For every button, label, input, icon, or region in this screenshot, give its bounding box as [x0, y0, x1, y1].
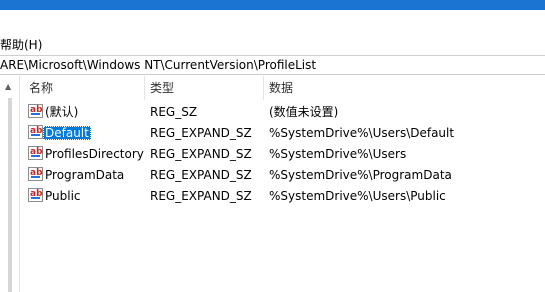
- value-data: %SystemDrive%\Users\Default: [269, 126, 455, 140]
- value-data: (数值未设置): [269, 105, 339, 119]
- registry-value-row[interactable]: ab (默认) REG_SZ (数值未设置): [20, 101, 545, 122]
- menu-bar: 帮助(H): [0, 34, 545, 55]
- value-name: (默认): [45, 105, 79, 119]
- value-type: REG_EXPAND_SZ: [150, 189, 252, 203]
- value-type: REG_SZ: [150, 105, 198, 119]
- tree-scrollbar[interactable]: [8, 98, 12, 292]
- value-name: ProgramData: [45, 168, 125, 182]
- value-data: %SystemDrive%\Users\Public: [269, 189, 446, 203]
- icon-underline: [31, 134, 40, 136]
- string-value-icon: ab: [28, 104, 43, 118]
- column-header-data[interactable]: 数据: [269, 76, 293, 100]
- value-name-selected[interactable]: Default: [43, 126, 91, 140]
- registry-value-row[interactable]: ab ProfilesDirectory REG_EXPAND_SZ %Syst…: [20, 143, 545, 164]
- icon-underline: [31, 176, 40, 178]
- column-header-name[interactable]: 名称: [29, 76, 53, 100]
- address-path: ARE\Microsoft\Windows NT\CurrentVersion\…: [0, 58, 317, 72]
- icon-underline: [31, 113, 40, 115]
- value-name: Public: [45, 189, 81, 203]
- menu-help[interactable]: 帮助(H): [0, 37, 42, 53]
- scroll-up-icon[interactable]: ▲: [5, 82, 11, 91]
- registry-values-list: 名称 类型 数据 ab (默认) REG_SZ (数值未设置) ab Defau…: [20, 76, 545, 292]
- string-value-icon: ab: [28, 167, 43, 181]
- string-value-icon: ab: [28, 188, 43, 202]
- title-bar: [0, 10, 545, 34]
- value-name: ProfilesDirectory: [45, 147, 144, 161]
- value-data: %SystemDrive%\Users: [269, 147, 407, 161]
- column-divider[interactable]: [144, 76, 145, 100]
- icon-underline: [31, 197, 40, 199]
- value-data: %SystemDrive%\ProgramData: [269, 168, 452, 182]
- string-value-icon: ab: [28, 125, 43, 139]
- string-value-icon: ab: [28, 146, 43, 160]
- registry-value-row[interactable]: ab Public REG_EXPAND_SZ %SystemDrive%\Us…: [20, 185, 545, 206]
- address-bar[interactable]: ARE\Microsoft\Windows NT\CurrentVersion\…: [0, 55, 545, 75]
- column-header-type[interactable]: 类型: [150, 76, 174, 100]
- column-divider[interactable]: [263, 76, 264, 100]
- registry-value-row[interactable]: ab ProgramData REG_EXPAND_SZ %SystemDriv…: [20, 164, 545, 185]
- list-header: 名称 类型 数据: [20, 76, 545, 100]
- value-name: Default: [43, 125, 91, 141]
- icon-underline: [31, 155, 40, 157]
- tree-pane[interactable]: ▲: [0, 76, 20, 292]
- value-type: REG_EXPAND_SZ: [150, 168, 252, 182]
- value-type: REG_EXPAND_SZ: [150, 126, 252, 140]
- value-type: REG_EXPAND_SZ: [150, 147, 252, 161]
- registry-value-row-selected[interactable]: ab Default REG_EXPAND_SZ %SystemDrive%\U…: [20, 122, 545, 143]
- window-top-strip: [0, 0, 545, 10]
